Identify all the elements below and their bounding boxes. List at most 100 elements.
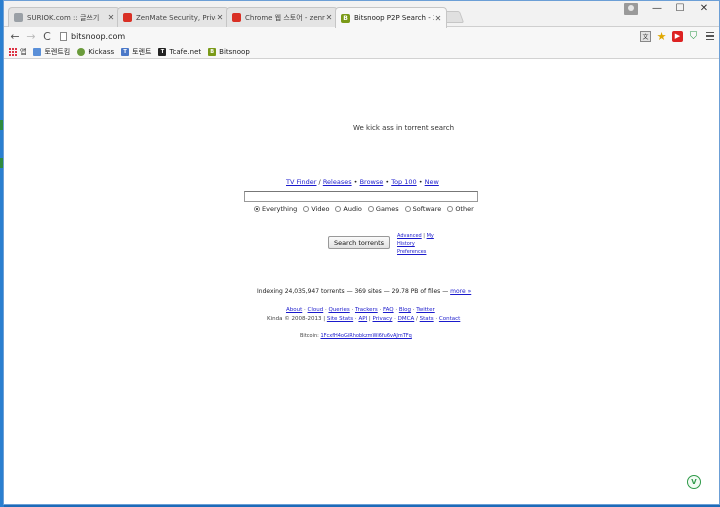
tab-label: SURIOK.com :: 글쓰기 <box>27 13 100 22</box>
footer-queries[interactable]: Queries <box>328 307 349 313</box>
bookmarks-bar: 앱 토렌트킴 Kickass T 토렌트 T Tcafe.net B Bitsn… <box>4 45 719 59</box>
radio-button-icon[interactable] <box>254 206 260 212</box>
bookmark-apps[interactable]: 앱 <box>9 47 26 57</box>
tab-label: ZenMate Security, Privac <box>136 13 216 22</box>
footer-about[interactable]: About <box>286 307 302 313</box>
bookmark-kickass[interactable]: Kickass <box>77 47 114 56</box>
bitsnoop-icon: B <box>208 47 217 56</box>
radio-label: Software <box>412 205 442 213</box>
footer-privacy[interactable]: Privacy <box>373 316 393 322</box>
browser-toolbar: ← → C bitsnoop.com 文 ★ ▶ ⛉ <box>4 27 719 45</box>
radio-video[interactable]: Video <box>303 205 329 213</box>
link-separator: | <box>423 233 425 239</box>
chrome-favicon-icon <box>232 13 241 22</box>
bookmark-torrentkim[interactable]: 토렌트킴 <box>33 47 70 57</box>
zenmate-shield-icon[interactable]: ⛉ <box>688 31 699 42</box>
back-button[interactable]: ← <box>8 29 22 43</box>
footer-dmca[interactable]: DMCA <box>398 316 415 322</box>
footer-trackers[interactable]: Trackers <box>355 307 378 313</box>
bookmark-label: 앱 <box>20 47 27 56</box>
radio-everything[interactable]: Everything <box>254 205 297 213</box>
bookmark-bitsnoop[interactable]: B Bitsnoop <box>208 47 250 56</box>
radio-audio[interactable]: Audio <box>335 205 362 213</box>
radio-label: Everything <box>262 205 298 213</box>
menu-hamburger-icon[interactable] <box>704 31 715 42</box>
torrent-icon: T <box>121 47 130 56</box>
address-bar[interactable]: bitsnoop.com <box>60 29 634 43</box>
radio-button-icon[interactable] <box>367 206 374 212</box>
bitcoin-line: Bitcoin: 1FcxfH4oGiRhobkzmWi6fu6vAJmTFq <box>300 333 412 339</box>
radio-button-icon[interactable] <box>335 206 342 212</box>
tab-zenmate[interactable]: ZenMate Security, Privac ✕ <box>117 7 229 27</box>
page-content: We kick ass in torrent search TV Finder … <box>4 60 719 504</box>
tab-suriok[interactable]: SURIOK.com :: 글쓰기 ✕ <box>8 7 120 27</box>
extension-red-icon[interactable]: ▶ <box>672 30 683 42</box>
kickass-icon <box>77 47 86 56</box>
search-torrents-button[interactable]: Search torrents <box>328 236 390 249</box>
tab-label: Bitsnoop P2P Search - 2s <box>354 14 434 22</box>
footer-cloud[interactable]: Cloud <box>308 307 324 313</box>
radio-button-icon[interactable] <box>404 206 411 212</box>
nav-new[interactable]: New <box>425 178 439 186</box>
tab-close-icon[interactable]: ✕ <box>434 14 442 23</box>
page-favicon-icon <box>14 13 23 22</box>
indexing-text: Indexing 24,035,947 torrents — 369 sites… <box>257 288 449 295</box>
footer-stats[interactable]: Stats <box>420 316 434 322</box>
folder-icon <box>33 47 42 56</box>
tab-close-icon[interactable]: ✕ <box>107 13 115 22</box>
footer-twitter[interactable]: Twitter <box>416 307 434 313</box>
more-link[interactable]: more » <box>450 288 471 295</box>
radio-software[interactable]: Software <box>404 205 442 213</box>
radio-label: Games <box>375 205 399 213</box>
browser-window: SURIOK.com :: 글쓰기 ✕ ZenMate Security, Pr… <box>3 0 720 505</box>
bitcoin-label: Bitcoin: <box>300 333 319 339</box>
radio-label: Video <box>311 205 330 213</box>
zenmate-shield-icon[interactable]: V <box>687 475 701 489</box>
radio-games[interactable]: Games <box>367 205 399 213</box>
footer-faq[interactable]: FAQ <box>383 307 394 313</box>
nav-top-100[interactable]: Top 100 <box>391 178 416 186</box>
indexing-stats: Indexing 24,035,947 torrents — 369 sites… <box>257 288 471 295</box>
footer-links-row2: Kinda © 2008-2013 | Site Stats · API | P… <box>267 316 461 322</box>
footer-blog[interactable]: Blog <box>399 307 411 313</box>
reload-button[interactable]: C <box>40 29 54 43</box>
maximize-button[interactable]: ☐ <box>667 1 693 15</box>
history-link[interactable]: History <box>397 241 415 247</box>
tab-close-icon[interactable]: ✕ <box>325 13 333 22</box>
tab-chrome-webstore[interactable]: Chrome 웹 스토어 - zenr ✕ <box>226 7 338 27</box>
tab-close-icon[interactable]: ✕ <box>216 13 224 22</box>
bookmark-torrent[interactable]: T 토렌트 <box>121 47 151 57</box>
tab-label: Chrome 웹 스토어 - zenr <box>245 13 325 22</box>
radio-label: Other <box>455 205 474 213</box>
search-input[interactable] <box>244 191 478 202</box>
footer-links-row1: About · Cloud · Queries · Trackers · FAQ… <box>286 307 435 313</box>
tab-bitsnoop[interactable]: B Bitsnoop P2P Search - 2s ✕ <box>335 7 447 28</box>
apps-icon <box>9 47 17 56</box>
my-link[interactable]: My <box>427 233 434 239</box>
radio-other[interactable]: Other <box>447 205 474 213</box>
advanced-link[interactable]: Advanced <box>397 233 422 239</box>
radio-button-icon[interactable] <box>303 206 310 212</box>
forward-button[interactable]: → <box>24 29 38 43</box>
footer-api[interactable]: API <box>358 316 367 322</box>
nav-tv-finder[interactable]: TV Finder <box>286 178 316 186</box>
bookmark-tcafe[interactable]: T Tcafe.net <box>158 47 201 56</box>
page-info-icon[interactable] <box>60 31 67 41</box>
preferences-link[interactable]: Preferences <box>397 249 426 255</box>
footer-site-stats[interactable]: Site Stats <box>327 316 353 322</box>
translate-icon[interactable]: 文 <box>640 30 651 42</box>
category-radio-group: Everything Video Audio Games Software Ot… <box>254 205 474 213</box>
bookmark-label: 토렌트킴 <box>44 47 71 56</box>
user-profile-icon[interactable] <box>624 3 638 15</box>
radio-button-icon[interactable] <box>447 206 454 212</box>
nav-releases[interactable]: Releases <box>323 178 352 186</box>
bookmark-label: 토렌트 <box>132 47 152 56</box>
bookmark-star-icon[interactable]: ★ <box>656 30 667 43</box>
close-window-button[interactable]: ✕ <box>691 1 717 15</box>
bookmark-label: Bitsnoop <box>219 47 250 56</box>
url-text[interactable]: bitsnoop.com <box>71 32 125 41</box>
radio-label: Audio <box>343 205 362 213</box>
footer-contact[interactable]: Contact <box>439 316 460 322</box>
bitcoin-address-link[interactable]: 1FcxfH4oGiRhobkzmWi6fu6vAJmTFq <box>320 333 411 339</box>
nav-browse[interactable]: Browse <box>360 178 384 186</box>
